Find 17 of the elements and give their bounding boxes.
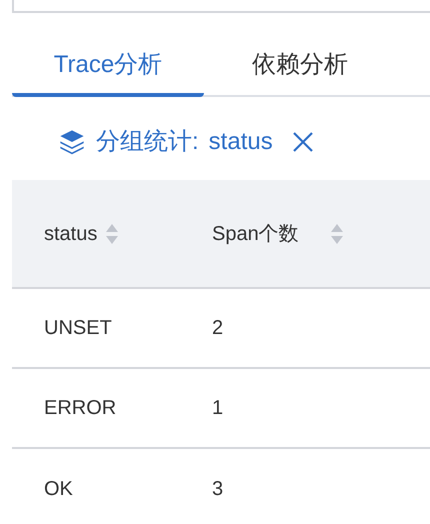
table-cell: ERROR: [44, 397, 116, 419]
column-header: status: [44, 222, 98, 246]
sort-icon[interactable]: [105, 222, 120, 246]
table-cell: UNSET: [44, 317, 112, 339]
table-cell: 1: [212, 397, 224, 419]
sort-icon[interactable]: [330, 222, 344, 246]
table-cell: 2: [212, 317, 224, 339]
table-cell: OK: [44, 478, 73, 500]
tab[interactable]: 依赖分析: [204, 45, 396, 97]
close-icon[interactable]: [290, 130, 315, 154]
input-field[interactable]: [12, 0, 430, 13]
group-value: status: [208, 127, 273, 157]
column-header: Span个数: [212, 222, 300, 246]
tab[interactable]: Trace分析: [12, 45, 204, 97]
layers-icon: [58, 128, 86, 156]
group-label: 分组统计:: [96, 127, 199, 157]
table-cell: 3: [212, 478, 224, 500]
